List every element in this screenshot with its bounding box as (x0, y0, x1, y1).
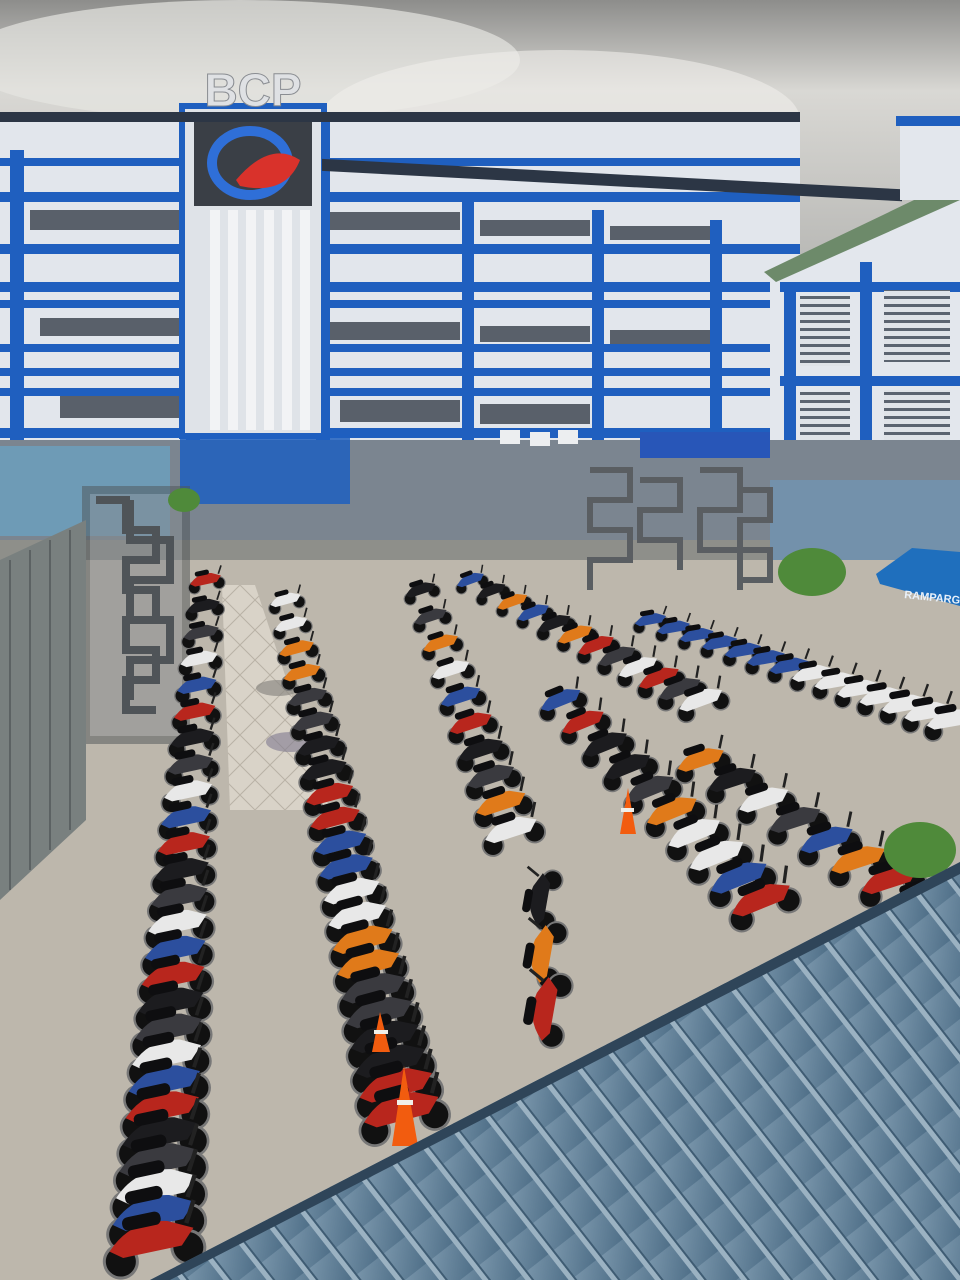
campus-parking-photo: BCP RAMPARGAS (0, 0, 960, 1280)
main-building: BCP (0, 64, 902, 450)
lattice-wall-left (82, 486, 190, 744)
building-sign-text: BCP (204, 64, 301, 116)
